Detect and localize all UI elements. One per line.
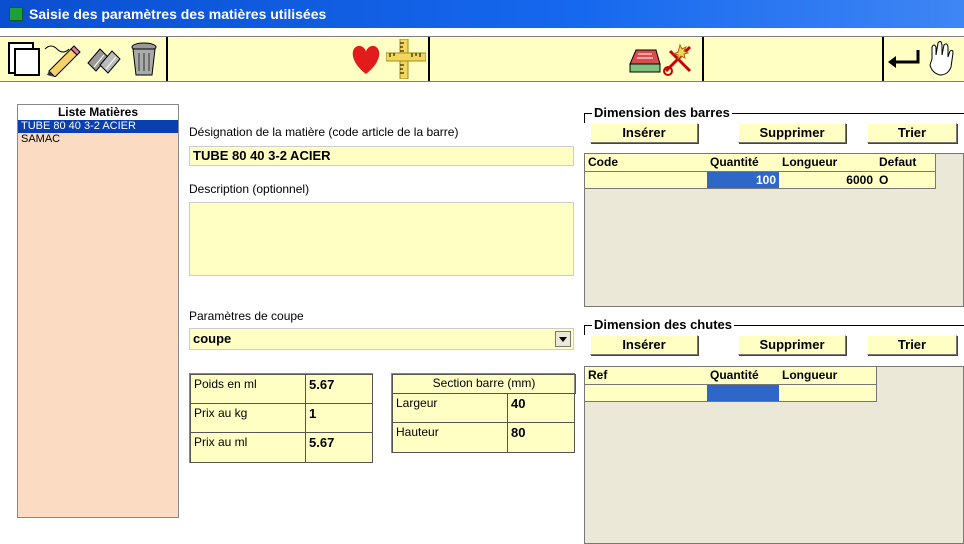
return-arrow-icon[interactable] [884,39,924,79]
window-title: Saisie des paramètres des matières utili… [29,6,327,22]
chutes-grid: Ref Quantité Longueur [584,366,964,544]
copy-icon[interactable] [84,39,124,79]
column-header[interactable]: Quantité [707,154,780,172]
barres-group-title: Dimension des barres [592,105,732,120]
barres-sort-button[interactable]: Trier [867,123,957,143]
section-title: Section barre (mm) [392,374,576,394]
list-item[interactable]: SAMAC [18,133,178,146]
column-header[interactable]: Ref [585,367,708,385]
largeur-field[interactable]: 40 [507,393,575,423]
cut-icon[interactable] [660,39,700,79]
toolbar [0,36,964,82]
calculator-print-icon[interactable] [624,39,664,79]
column-header[interactable]: Quantité [707,367,780,385]
cell-ref[interactable] [585,385,708,402]
new-document-icon[interactable] [4,39,44,79]
cell-defaut[interactable]: O [876,172,936,189]
section-table: Section barre (mm) Largeur 40 Hauteur 80 [391,373,576,453]
chevron-down-icon[interactable] [555,331,571,347]
cell-quantite[interactable]: 100 [707,172,780,189]
prix-kg-label: Prix au kg [190,403,306,433]
barres-grid: Code Quantité Longueur Defaut 100 6000 O [584,153,964,307]
cell-longueur[interactable] [779,385,877,402]
favorite-heart-icon[interactable] [346,39,386,79]
list-header: Liste Matières [18,105,178,120]
title-bar: Saisie des paramètres des matières utili… [0,0,964,28]
column-header[interactable]: Longueur [779,154,877,172]
list-item[interactable]: TUBE 80 40 3-2 ACIER [18,120,178,133]
exit-hand-icon[interactable] [922,39,962,79]
description-label: Description (optionnel) [189,182,310,196]
hauteur-label: Hauteur [392,422,508,453]
barres-insert-button[interactable]: Insérer [590,123,698,143]
coupe-select[interactable]: coupe [189,328,574,350]
coupe-value: coupe [193,331,232,346]
prix-ml-label: Prix au ml [190,432,306,463]
designation-label: Désignation de la matière (code article … [189,125,459,139]
hauteur-field[interactable]: 80 [507,422,575,453]
ruler-icon[interactable] [386,39,426,79]
prix-kg-field[interactable]: 1 [305,403,373,433]
poids-field[interactable]: 5.67 [305,374,373,404]
column-header[interactable]: Defaut [876,154,936,172]
edit-pencil-icon[interactable] [42,39,82,79]
coupe-label: Paramètres de coupe [189,309,304,323]
material-list: Liste Matières TUBE 80 40 3-2 ACIER SAMA… [17,104,179,518]
chutes-sort-button[interactable]: Trier [867,335,957,355]
largeur-label: Largeur [392,393,508,423]
chutes-delete-button[interactable]: Supprimer [738,335,846,355]
chutes-insert-button[interactable]: Insérer [590,335,698,355]
cell-code[interactable] [585,172,708,189]
column-header[interactable]: Longueur [779,367,877,385]
column-header[interactable]: Code [585,154,708,172]
trash-icon[interactable] [124,39,164,79]
description-field[interactable] [189,202,574,276]
designation-field[interactable]: TUBE 80 40 3-2 ACIER [189,146,574,166]
prices-table: Poids en ml 5.67 Prix au kg 1 Prix au ml… [189,373,373,463]
app-icon [9,7,23,21]
chutes-group-title: Dimension des chutes [592,317,734,332]
prix-ml-field[interactable]: 5.67 [305,432,373,463]
cell-longueur[interactable]: 6000 [779,172,877,189]
barres-delete-button[interactable]: Supprimer [738,123,846,143]
poids-label: Poids en ml [190,374,306,404]
cell-quantite[interactable] [707,385,780,402]
